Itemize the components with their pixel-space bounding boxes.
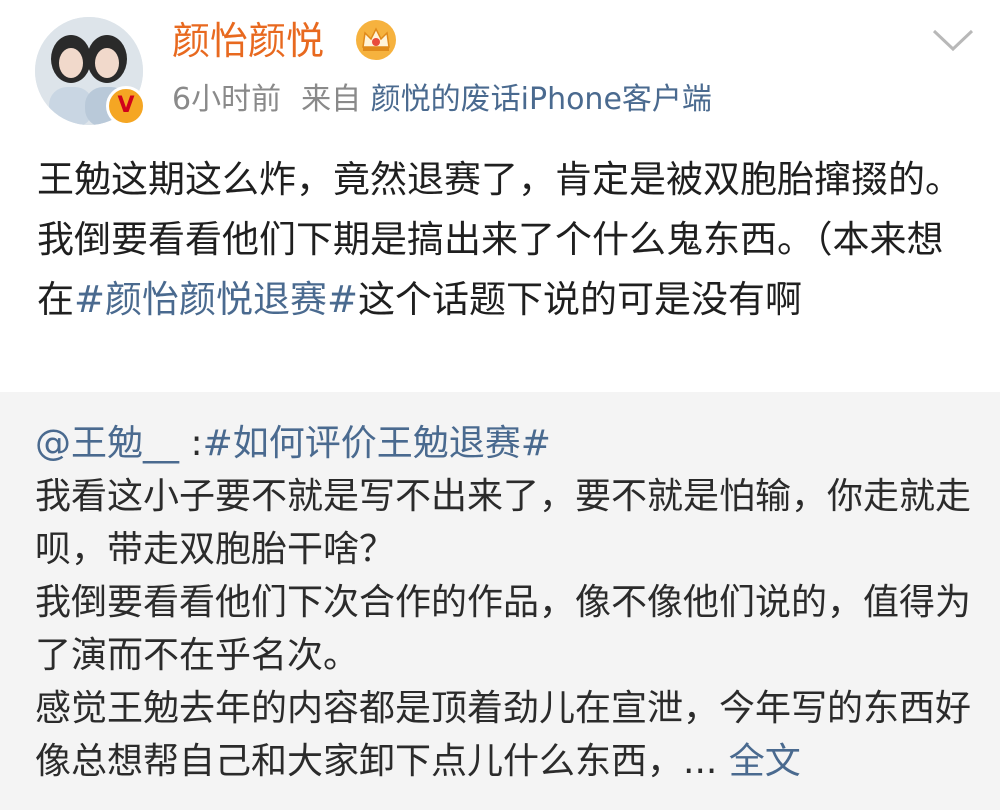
repost-paragraph-3-text: 感觉王勉去年的内容都是顶着劲儿在宣泄，今年写的东西好像总想帮自己和大家卸下点儿什… [35, 688, 972, 782]
post-header: V 颜怡颜悦 6小时前 来自 颜悦的废话iPhone客户端 [0, 0, 1000, 140]
repost-topic-link[interactable]: #如何评价王勉退赛# [203, 423, 551, 464]
mention-link[interactable]: @王勉__ [35, 423, 179, 464]
repost-colon: : [179, 423, 203, 464]
repost-line-header: @王勉__ :#如何评价王勉退赛# [35, 417, 980, 470]
source-app-link[interactable]: 颜悦的废话iPhone客户端 [371, 82, 712, 117]
post-topic-link[interactable]: #颜怡颜悦退赛# [74, 278, 358, 321]
username[interactable]: 颜怡颜悦 [172, 18, 324, 64]
source-label: 来自 [301, 82, 362, 117]
full-text-link[interactable]: 全文 [729, 741, 801, 782]
verified-badge-letter: V [117, 93, 135, 118]
repost-body: @王勉__ :#如何评价王勉退赛# 我看这小子要不就是写不出来了，要不就是怕输，… [35, 417, 980, 788]
chevron-down-icon[interactable] [930, 22, 976, 56]
repost-paragraph-3: 感觉王勉去年的内容都是顶着劲儿在宣泄，今年写的东西好像总想帮自己和大家卸下点儿什… [35, 682, 980, 788]
post-body: 王勉这期这么炸，竟然退赛了，肯定是被双胞胎撺掇的。我倒要看看他们下期是搞出来了个… [37, 150, 972, 330]
repost-paragraph-1: 我看这小子要不就是写不出来了，要不就是怕输，你走就走呗，带走双胞胎干啥？ [35, 476, 972, 570]
repost-paragraph-2: 我倒要看看他们下次合作的作品，像不像他们说的，值得为了演而不在乎名次。 [35, 582, 972, 676]
post-text-after: 这个话题下说的可是没有啊 [358, 278, 803, 321]
post-time: 6小时前 [172, 82, 282, 117]
verified-badge-icon: V [106, 86, 146, 126]
post-meta: 6小时前 来自 颜悦的废话iPhone客户端 [172, 80, 712, 120]
repost-card[interactable]: @王勉__ :#如何评价王勉退赛# 我看这小子要不就是写不出来了，要不就是怕输，… [0, 392, 1000, 810]
crown-icon[interactable] [354, 18, 398, 62]
